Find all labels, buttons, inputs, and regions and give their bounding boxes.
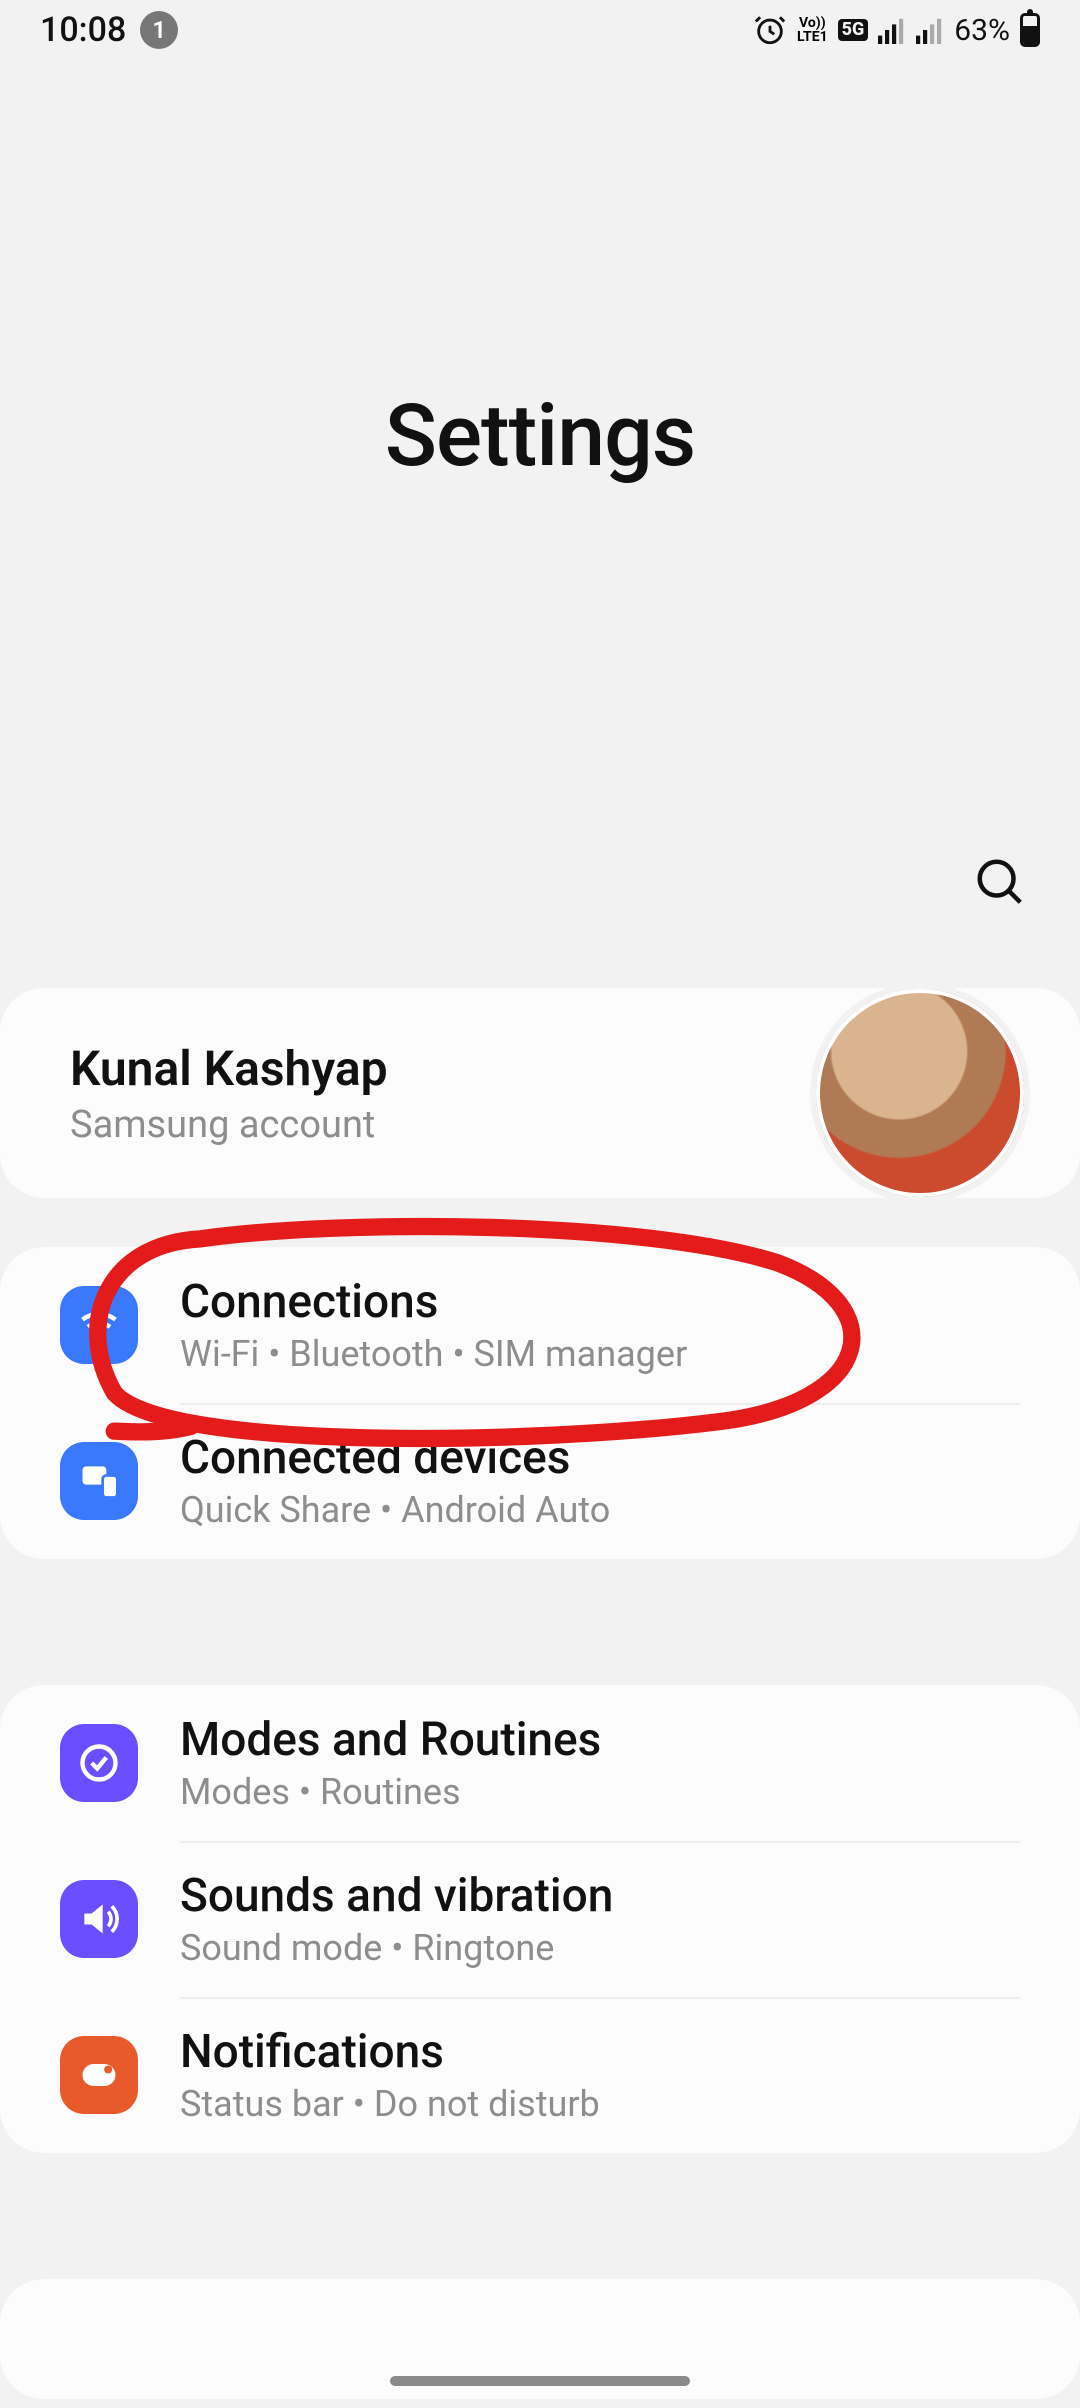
wifi-icon <box>60 1286 138 1364</box>
row-title: Connected devices <box>180 1431 610 1485</box>
row-subtitle: Wi-Fi • Bluetooth • SIM manager <box>180 1333 687 1375</box>
alarm-icon <box>753 13 787 47</box>
row-title: Sounds and vibration <box>180 1869 613 1923</box>
avatar[interactable] <box>810 983 1030 1203</box>
notification-icon <box>60 2036 138 2114</box>
row-connections[interactable]: Connections Wi-Fi • Bluetooth • SIM mana… <box>0 1247 1080 1403</box>
signal-icon <box>878 16 906 44</box>
row-title: Notifications <box>180 2025 600 2079</box>
row-title: Connections <box>180 1275 687 1329</box>
status-bar: 10:08 1 Vo)) LTE1 5G 63% <box>0 0 1080 60</box>
status-time: 10:08 <box>40 10 126 50</box>
search-icon <box>973 855 1027 909</box>
row-subtitle: Quick Share • Android Auto <box>180 1489 610 1531</box>
sound-icon <box>60 1880 138 1958</box>
account-subtitle: Samsung account <box>70 1103 388 1147</box>
row-subtitle: Status bar • Do not disturb <box>180 2083 600 2125</box>
row-connected-devices[interactable]: Connected devices Quick Share • Android … <box>0 1403 1080 1559</box>
routines-icon <box>60 1724 138 1802</box>
battery-percent: 63% <box>954 13 1010 48</box>
settings-group-system: Modes and Routines Modes • Routines Soun… <box>0 1685 1080 2153</box>
row-subtitle: Sound mode • Ringtone <box>180 1927 613 1969</box>
account-card[interactable]: Kunal Kashyap Samsung account <box>0 988 1080 1198</box>
network-5g-icon: 5G <box>838 19 869 41</box>
row-sounds-vibration[interactable]: Sounds and vibration Sound mode • Ringto… <box>0 1841 1080 1997</box>
row-notifications[interactable]: Notifications Status bar • Do not distur… <box>0 1997 1080 2153</box>
row-title: Modes and Routines <box>180 1713 601 1767</box>
battery-icon <box>1020 13 1040 47</box>
account-name: Kunal Kashyap <box>70 1040 388 1097</box>
search-button[interactable] <box>970 852 1030 912</box>
devices-icon <box>60 1442 138 1520</box>
notification-count-badge: 1 <box>140 11 178 49</box>
signal-icon-2 <box>916 16 944 44</box>
row-subtitle: Modes • Routines <box>180 1771 601 1813</box>
settings-group-connectivity: Connections Wi-Fi • Bluetooth • SIM mana… <box>0 1247 1080 1559</box>
volte-icon: Vo)) LTE1 <box>797 16 828 44</box>
page-title: Settings <box>0 385 1080 486</box>
home-indicator[interactable] <box>390 2376 690 2386</box>
page-title-block: Settings <box>0 385 1080 486</box>
row-modes-routines[interactable]: Modes and Routines Modes • Routines <box>0 1685 1080 1841</box>
